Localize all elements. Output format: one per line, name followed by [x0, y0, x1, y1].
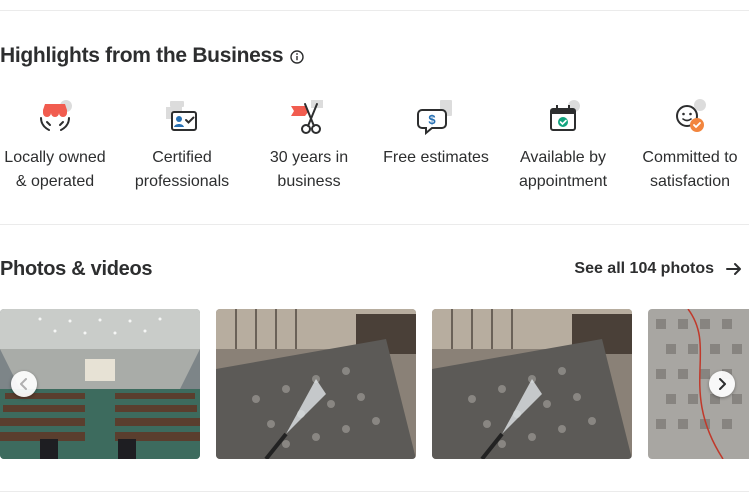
highlight-label-line1: Free estimates	[383, 149, 489, 166]
highlight-label-line1: Certified	[152, 149, 212, 166]
free-estimates-icon: $	[417, 100, 452, 136]
highlight-appointment: Available by appointment	[500, 96, 626, 194]
see-all-photos-link[interactable]: See all 104 photos	[574, 259, 744, 279]
highlight-certified: Certified professionals	[119, 96, 245, 194]
bottom-divider	[0, 491, 749, 492]
photo-thumbnail[interactable]	[216, 309, 416, 459]
appointment-icon	[550, 100, 580, 131]
highlight-label-line2: professionals	[134, 173, 230, 190]
highlight-locally-owned: Locally owned & operated	[0, 96, 118, 194]
highlight-label-line2: & operated	[15, 173, 95, 190]
highlight-label-line2: business	[277, 173, 341, 190]
highlight-label-line1: Committed to	[642, 149, 738, 166]
rug-cleaning-photo	[432, 309, 632, 459]
photos-title: Photos & videos	[0, 258, 153, 280]
highlights-title: Highlights from the Business	[0, 44, 284, 67]
arrow-right-icon	[726, 263, 741, 275]
chevron-left-icon	[20, 378, 27, 390]
top-divider	[0, 10, 749, 11]
highlight-free-estimates: $ Free estimates	[373, 96, 499, 170]
highlight-label-line2: appointment	[518, 173, 608, 190]
svg-text:$: $	[428, 112, 436, 127]
photo-thumbnail[interactable]	[432, 309, 632, 459]
highlight-label-line1: 30 years in	[269, 149, 349, 166]
section-divider	[0, 224, 749, 225]
carousel-next-button[interactable]	[709, 371, 735, 397]
rug-cleaning-photo	[216, 309, 416, 459]
certified-icon	[166, 101, 197, 131]
locally-owned-icon	[40, 100, 72, 131]
satisfaction-icon	[676, 99, 706, 132]
highlight-label-line1: Locally owned	[4, 149, 106, 166]
highlight-satisfaction: Committed to satisfaction	[627, 96, 749, 194]
highlight-label-line2: satisfaction	[649, 173, 731, 190]
highlight-years: 30 years in business	[246, 96, 372, 194]
chevron-right-icon	[719, 378, 726, 390]
carousel-prev-button[interactable]	[11, 371, 37, 397]
years-in-business-icon	[291, 100, 323, 134]
info-icon[interactable]	[290, 50, 304, 64]
see-all-photos-label: See all 104 photos	[574, 260, 714, 277]
highlight-label-line1: Available by	[520, 149, 606, 166]
